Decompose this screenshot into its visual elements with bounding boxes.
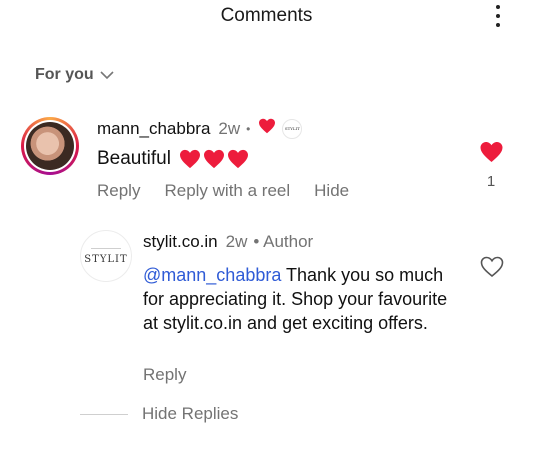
stylit-logo: STYLIT bbox=[84, 253, 128, 265]
sort-label: For you bbox=[35, 66, 94, 83]
heart-emoji-icon bbox=[227, 149, 248, 169]
like-heart-icon[interactable] bbox=[479, 141, 504, 168]
mention-link[interactable]: @mann_chabbra bbox=[143, 265, 281, 285]
creator-liked-heart-icon bbox=[258, 118, 276, 139]
header-title: Comments bbox=[220, 5, 313, 26]
sort-dropdown[interactable]: For you bbox=[35, 66, 114, 84]
more-options-icon[interactable] bbox=[493, 5, 503, 31]
comment-text: Beautiful bbox=[97, 148, 249, 170]
reply-button[interactable]: Reply bbox=[97, 181, 140, 201]
comment-username[interactable]: mann_chabbra bbox=[97, 119, 210, 139]
like-outline-heart-icon[interactable] bbox=[480, 256, 504, 283]
hide-replies-label: Hide Replies bbox=[142, 404, 239, 423]
heart-emojis bbox=[177, 149, 249, 169]
divider bbox=[80, 413, 128, 415]
heart-emoji-icon bbox=[203, 149, 224, 169]
avatar-mann-chabbra[interactable] bbox=[21, 117, 79, 175]
comment-actions: Reply Reply with a reel Hide bbox=[97, 181, 373, 201]
comment-body: Beautiful bbox=[97, 148, 171, 169]
comments-header: Comments bbox=[0, 0, 533, 34]
comment-meta: mann_chabbra 2w • STYLIT bbox=[97, 118, 303, 139]
reply-time: 2w bbox=[225, 232, 248, 251]
author-badge: • Author bbox=[253, 232, 314, 251]
profile-photo bbox=[26, 122, 74, 170]
reply-text: @mann_chabbra Thank you so much for appr… bbox=[143, 263, 463, 335]
chevron-down-icon bbox=[100, 70, 114, 79]
reply-actions: Reply bbox=[143, 365, 210, 385]
comment-time: 2w bbox=[218, 118, 241, 138]
creator-liked-avatar: STYLIT bbox=[282, 118, 303, 139]
hide-button[interactable]: Hide bbox=[314, 181, 349, 201]
reply-username[interactable]: stylit.co.in bbox=[143, 232, 218, 252]
hide-replies-button[interactable]: Hide Replies bbox=[80, 404, 238, 424]
reply-with-reel-button[interactable]: Reply with a reel bbox=[164, 181, 290, 201]
like-count: 1 bbox=[486, 173, 496, 190]
reply-to-reply-button[interactable]: Reply bbox=[143, 365, 186, 385]
avatar-stylit[interactable]: STYLIT bbox=[80, 230, 132, 282]
meta-separator: • bbox=[246, 121, 251, 136]
reply-meta: stylit.co.in 2w • Author bbox=[143, 232, 313, 252]
heart-emoji-icon bbox=[179, 149, 200, 169]
